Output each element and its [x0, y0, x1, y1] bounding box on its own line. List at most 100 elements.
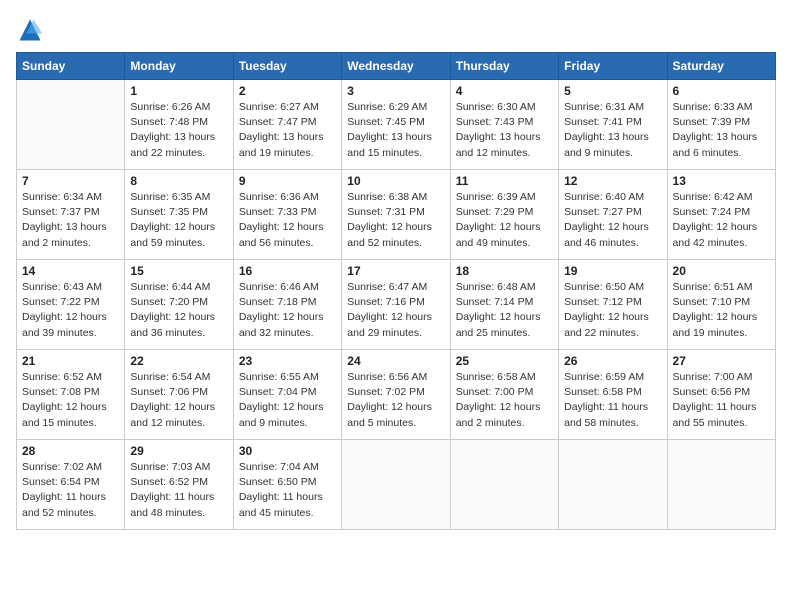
day-info: Sunrise: 6:43 AMSunset: 7:22 PMDaylight:…	[22, 280, 119, 341]
day-number: 29	[130, 444, 227, 458]
day-number: 10	[347, 174, 444, 188]
day-info: Sunrise: 7:04 AMSunset: 6:50 PMDaylight:…	[239, 460, 336, 521]
calendar-cell: 2 Sunrise: 6:27 AMSunset: 7:47 PMDaylight…	[233, 80, 341, 170]
weekday-header-tuesday: Tuesday	[233, 53, 341, 80]
day-number: 17	[347, 264, 444, 278]
calendar-cell: 15 Sunrise: 6:44 AMSunset: 7:20 PMDayligh…	[125, 260, 233, 350]
calendar-cell: 27 Sunrise: 7:00 AMSunset: 6:56 PMDayligh…	[667, 350, 775, 440]
day-info: Sunrise: 6:56 AMSunset: 7:02 PMDaylight:…	[347, 370, 444, 431]
calendar-cell: 11 Sunrise: 6:39 AMSunset: 7:29 PMDayligh…	[450, 170, 558, 260]
day-number: 28	[22, 444, 119, 458]
day-info: Sunrise: 6:39 AMSunset: 7:29 PMDaylight:…	[456, 190, 553, 251]
calendar-cell: 24 Sunrise: 6:56 AMSunset: 7:02 PMDayligh…	[342, 350, 450, 440]
calendar-cell: 1Sunrise: 6:26 AMSunset: 7:48 PMDaylight…	[125, 80, 233, 170]
day-number: 23	[239, 354, 336, 368]
day-number: 22	[130, 354, 227, 368]
day-number: 13	[673, 174, 770, 188]
day-info: Sunrise: 6:29 AMSunset: 7:45 PMDaylight:…	[347, 100, 444, 161]
weekday-header-monday: Monday	[125, 53, 233, 80]
calendar-cell	[342, 440, 450, 530]
calendar-cell: 28 Sunrise: 7:02 AMSunset: 6:54 PMDayligh…	[17, 440, 125, 530]
day-info: Sunrise: 6:26 AMSunset: 7:48 PMDaylight:…	[130, 100, 227, 161]
calendar-cell: 4 Sunrise: 6:30 AMSunset: 7:43 PMDaylight…	[450, 80, 558, 170]
day-info: Sunrise: 6:40 AMSunset: 7:27 PMDaylight:…	[564, 190, 661, 251]
day-number: 30	[239, 444, 336, 458]
day-number: 15	[130, 264, 227, 278]
weekday-header-thursday: Thursday	[450, 53, 558, 80]
day-number: 4	[456, 84, 553, 98]
day-info: Sunrise: 6:38 AMSunset: 7:31 PMDaylight:…	[347, 190, 444, 251]
day-number: 7	[22, 174, 119, 188]
calendar-cell	[559, 440, 667, 530]
day-number: 21	[22, 354, 119, 368]
day-number: 25	[456, 354, 553, 368]
calendar-cell: 19Sunrise: 6:50 AMSunset: 7:12 PMDayligh…	[559, 260, 667, 350]
day-info: Sunrise: 6:55 AMSunset: 7:04 PMDaylight:…	[239, 370, 336, 431]
calendar-cell: 6 Sunrise: 6:33 AMSunset: 7:39 PMDaylight…	[667, 80, 775, 170]
calendar-cell: 8Sunrise: 6:35 AMSunset: 7:35 PMDaylight…	[125, 170, 233, 260]
weekday-header-saturday: Saturday	[667, 53, 775, 80]
day-number: 26	[564, 354, 661, 368]
day-info: Sunrise: 6:33 AMSunset: 7:39 PMDaylight:…	[673, 100, 770, 161]
day-number: 16	[239, 264, 336, 278]
calendar-cell: 18 Sunrise: 6:48 AMSunset: 7:14 PMDayligh…	[450, 260, 558, 350]
day-info: Sunrise: 6:31 AMSunset: 7:41 PMDaylight:…	[564, 100, 661, 161]
day-info: Sunrise: 6:47 AMSunset: 7:16 PMDaylight:…	[347, 280, 444, 341]
day-number: 2	[239, 84, 336, 98]
calendar-cell: 9 Sunrise: 6:36 AMSunset: 7:33 PMDaylight…	[233, 170, 341, 260]
weekday-header-friday: Friday	[559, 53, 667, 80]
day-number: 8	[130, 174, 227, 188]
day-number: 14	[22, 264, 119, 278]
day-info: Sunrise: 7:02 AMSunset: 6:54 PMDaylight:…	[22, 460, 119, 521]
calendar-cell	[17, 80, 125, 170]
day-info: Sunrise: 6:30 AMSunset: 7:43 PMDaylight:…	[456, 100, 553, 161]
calendar-cell: 16 Sunrise: 6:46 AMSunset: 7:18 PMDayligh…	[233, 260, 341, 350]
calendar-cell	[667, 440, 775, 530]
day-info: Sunrise: 6:34 AMSunset: 7:37 PMDaylight:…	[22, 190, 119, 251]
calendar-cell: 12 Sunrise: 6:40 AMSunset: 7:27 PMDayligh…	[559, 170, 667, 260]
day-number: 24	[347, 354, 444, 368]
day-number: 11	[456, 174, 553, 188]
day-number: 12	[564, 174, 661, 188]
day-info: Sunrise: 6:36 AMSunset: 7:33 PMDaylight:…	[239, 190, 336, 251]
day-info: Sunrise: 6:54 AMSunset: 7:06 PMDaylight:…	[130, 370, 227, 431]
calendar-cell: 13 Sunrise: 6:42 AMSunset: 7:24 PMDayligh…	[667, 170, 775, 260]
day-info: Sunrise: 6:27 AMSunset: 7:47 PMDaylight:…	[239, 100, 336, 161]
calendar-cell: 21 Sunrise: 6:52 AMSunset: 7:08 PMDayligh…	[17, 350, 125, 440]
day-info: Sunrise: 6:59 AMSunset: 6:58 PMDaylight:…	[564, 370, 661, 431]
day-info: Sunrise: 6:51 AMSunset: 7:10 PMDaylight:…	[673, 280, 770, 341]
day-info: Sunrise: 6:58 AMSunset: 7:00 PMDaylight:…	[456, 370, 553, 431]
day-info: Sunrise: 6:44 AMSunset: 7:20 PMDaylight:…	[130, 280, 227, 341]
calendar-cell: 7 Sunrise: 6:34 AMSunset: 7:37 PMDaylight…	[17, 170, 125, 260]
calendar-cell: 29 Sunrise: 7:03 AMSunset: 6:52 PMDayligh…	[125, 440, 233, 530]
day-info: Sunrise: 6:52 AMSunset: 7:08 PMDaylight:…	[22, 370, 119, 431]
weekday-header-wednesday: Wednesday	[342, 53, 450, 80]
day-info: Sunrise: 7:03 AMSunset: 6:52 PMDaylight:…	[130, 460, 227, 521]
calendar-cell: 17 Sunrise: 6:47 AMSunset: 7:16 PMDayligh…	[342, 260, 450, 350]
day-info: Sunrise: 6:48 AMSunset: 7:14 PMDaylight:…	[456, 280, 553, 341]
calendar-cell: 20 Sunrise: 6:51 AMSunset: 7:10 PMDayligh…	[667, 260, 775, 350]
calendar-cell: 10 Sunrise: 6:38 AMSunset: 7:31 PMDayligh…	[342, 170, 450, 260]
calendar-cell	[450, 440, 558, 530]
calendar-cell: 3Sunrise: 6:29 AMSunset: 7:45 PMDaylight…	[342, 80, 450, 170]
calendar-cell: 22 Sunrise: 6:54 AMSunset: 7:06 PMDayligh…	[125, 350, 233, 440]
day-info: Sunrise: 6:46 AMSunset: 7:18 PMDaylight:…	[239, 280, 336, 341]
day-number: 5	[564, 84, 661, 98]
weekday-header-sunday: Sunday	[17, 53, 125, 80]
day-number: 9	[239, 174, 336, 188]
logo	[16, 16, 48, 44]
day-number: 20	[673, 264, 770, 278]
calendar-cell: 14 Sunrise: 6:43 AMSunset: 7:22 PMDayligh…	[17, 260, 125, 350]
day-number: 27	[673, 354, 770, 368]
calendar-cell: 25 Sunrise: 6:58 AMSunset: 7:00 PMDayligh…	[450, 350, 558, 440]
day-info: Sunrise: 6:50 AMSunset: 7:12 PMDaylight:…	[564, 280, 661, 341]
day-number: 18	[456, 264, 553, 278]
calendar-cell: 5 Sunrise: 6:31 AMSunset: 7:41 PMDaylight…	[559, 80, 667, 170]
logo-icon	[16, 16, 44, 44]
day-info: Sunrise: 7:00 AMSunset: 6:56 PMDaylight:…	[673, 370, 770, 431]
calendar-cell: 26 Sunrise: 6:59 AMSunset: 6:58 PMDayligh…	[559, 350, 667, 440]
calendar-cell: 23 Sunrise: 6:55 AMSunset: 7:04 PMDayligh…	[233, 350, 341, 440]
day-info: Sunrise: 6:42 AMSunset: 7:24 PMDaylight:…	[673, 190, 770, 251]
day-number: 6	[673, 84, 770, 98]
calendar-table: SundayMondayTuesdayWednesdayThursdayFrid…	[16, 52, 776, 530]
